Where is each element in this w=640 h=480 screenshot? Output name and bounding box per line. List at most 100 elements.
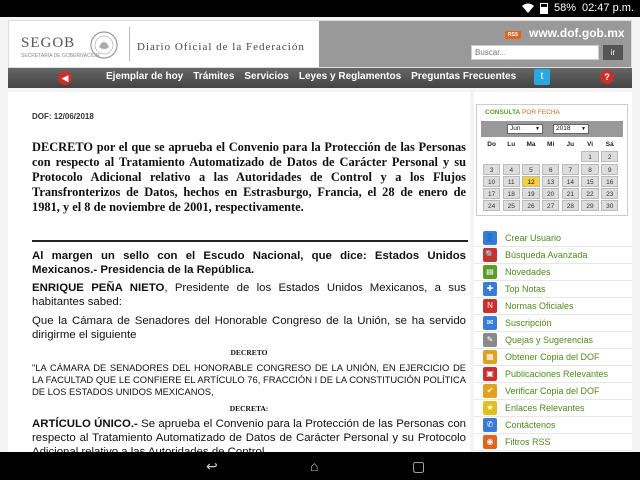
recent-apps-icon[interactable]: ▢	[412, 458, 425, 475]
calendar-day[interactable]: 19	[522, 188, 540, 200]
calendar-day[interactable]: 25	[502, 200, 520, 212]
sidebar-link-label: Suscripción	[505, 318, 552, 328]
rss-badge-icon[interactable]: RSS	[505, 31, 521, 39]
calendar-day-header: Do	[487, 141, 496, 148]
home-icon[interactable]: ◀	[58, 71, 72, 85]
year-select[interactable]: 2018 ▼	[553, 124, 589, 134]
calendar-day[interactable]: 29	[581, 200, 599, 212]
nav-tramites[interactable]: Trámites	[193, 71, 234, 82]
nav-servicios[interactable]: Servicios	[244, 71, 288, 82]
sidebar-link[interactable]: ✚ Top Notas	[474, 281, 632, 298]
calendar-day[interactable]: 2	[601, 151, 619, 163]
calendar-day-header: Ju	[566, 141, 575, 148]
sidebar-link[interactable]: ✎ Quejas y Sugerencias	[474, 332, 632, 349]
calendar-day-header: Lu	[507, 141, 516, 148]
calendar-header-main: CONSULTA	[485, 109, 521, 116]
calendar-header-sub: POR FECHA	[520, 109, 560, 116]
chevron-down-icon: ▼	[535, 126, 540, 132]
calendar-day[interactable]: 11	[502, 175, 520, 187]
sidebar-link-label: Crear Usuario	[505, 233, 562, 243]
calendar-day[interactable]: 22	[581, 188, 599, 200]
calendar-day[interactable]: 27	[542, 200, 560, 212]
calendar-day[interactable]: 20	[542, 188, 560, 200]
sidebar-link[interactable]: ◉ Filtros RSS	[474, 434, 632, 451]
search-button[interactable]: ir	[603, 45, 623, 60]
calendar-day[interactable]: 23	[601, 188, 619, 200]
nav-preguntas-frecuentes[interactable]: Preguntas Frecuentes	[411, 71, 516, 82]
calendar-day[interactable]: 30	[601, 200, 619, 212]
home-button-icon[interactable]: ⌂	[310, 458, 318, 474]
sidebar-links: 👤 Crear Usuario 🔍 Búsqueda Avanzada ▤ Novedad…	[474, 230, 632, 451]
android-nav-bar: ↩ ⌂ ▢	[0, 452, 640, 480]
calendar-empty-cell	[483, 151, 500, 162]
segob-logo[interactable]: SEGOB	[21, 35, 75, 52]
publications-icon: ▣	[483, 367, 497, 381]
document-date: DOF: 12/06/2018	[32, 112, 94, 121]
title-divider	[32, 240, 468, 242]
site-url[interactable]: www.dof.gob.mx	[529, 26, 625, 40]
calendar-day[interactable]: 26	[522, 200, 540, 212]
month-select-value: Jun	[510, 125, 521, 132]
sidebar-link[interactable]: ▣ Publicaciones Relevantes	[474, 366, 632, 383]
user-add-icon: 👤	[483, 231, 497, 245]
sidebar-link-label: Filtros RSS	[505, 437, 551, 447]
calendar-day[interactable]: 10	[483, 175, 501, 187]
calendar-day[interactable]: 5	[522, 163, 540, 175]
sidebar-link-label: Verificar Copia del DOF	[505, 386, 600, 396]
calendar-day[interactable]: 3	[483, 163, 501, 175]
calendar-empty-cell	[522, 151, 539, 162]
calendar-day[interactable]: 14	[561, 175, 579, 187]
sidebar-link-label: Contáctenos	[505, 420, 556, 430]
sidebar-link-label: Búsqueda Avanzada	[505, 250, 588, 260]
calendar-day[interactable]: 28	[561, 200, 579, 212]
search-input[interactable]	[471, 45, 599, 60]
calendar-empty-cell	[542, 151, 559, 162]
decreta-heading: DECRETA:	[229, 404, 269, 413]
calendar-empty-cell	[503, 151, 520, 162]
sidebar-link[interactable]: ▤ Novedades	[474, 264, 632, 281]
calendar-day[interactable]: 18	[502, 188, 520, 200]
sidebar-link[interactable]: 👤 Crear Usuario	[474, 230, 632, 247]
header-search-area: RSS www.dof.gob.mx ir	[319, 21, 631, 67]
calendar-day[interactable]: 6	[542, 163, 560, 175]
calendar-day-header: Sá	[605, 141, 614, 148]
sidebar-link-label: Quejas y Sugerencias	[505, 335, 594, 345]
month-select[interactable]: Jun ▼	[507, 124, 543, 134]
sidebar-link[interactable]: 🔍 Búsqueda Avanzada	[474, 247, 632, 264]
verify-icon: ✔	[483, 384, 497, 398]
help-icon[interactable]: ?	[600, 70, 614, 84]
calendar-day[interactable]: 7	[561, 163, 579, 175]
nav-ejemplar-de-hoy[interactable]: Ejemplar de hoy	[106, 71, 183, 82]
document-content: DOF: 12/06/2018 DECRETO por el que se ap…	[8, 92, 470, 452]
sidebar-link[interactable]: ▦ Obtener Copia del DOF	[474, 349, 632, 366]
calendar-day[interactable]: 21	[561, 188, 579, 200]
sidebar-link-label: Normas Oficiales	[505, 301, 574, 311]
calendar-day[interactable]: 1	[581, 151, 599, 163]
calendar-day[interactable]: 9	[601, 163, 619, 175]
calendar-day-header: Mi	[547, 141, 555, 148]
sidebar-link[interactable]: N Normas Oficiales	[474, 298, 632, 315]
sidebar-link[interactable]: ★ Enlaces Relevantes	[474, 400, 632, 417]
calendar-selector-bar	[481, 121, 623, 137]
calendar-day[interactable]: 4	[502, 163, 520, 175]
back-icon[interactable]: ↩	[206, 458, 218, 475]
nom-icon: N	[483, 299, 497, 313]
calendar-day[interactable]: 12	[522, 175, 540, 187]
sidebar-link-label: Obtener Copia del DOF	[505, 352, 600, 362]
calendar-day[interactable]: 24	[483, 200, 501, 212]
national-seal-icon	[90, 31, 118, 59]
calendar-day[interactable]: 13	[542, 175, 560, 187]
search-icon: 🔍	[483, 248, 497, 262]
chevron-down-icon: ▼	[581, 126, 586, 132]
calendar-day[interactable]: 16	[601, 175, 619, 187]
calendar-day[interactable]: 15	[581, 175, 599, 187]
nav-leyes-y-reglamentos[interactable]: Leyes y Reglamentos	[299, 71, 401, 82]
sidebar-link-label: Publicaciones Relevantes	[505, 369, 609, 379]
sidebar-link[interactable]: ✔ Verificar Copia del DOF	[474, 383, 632, 400]
paragraph-senate: Que la Cámara de Senadores del Honorable…	[32, 315, 466, 341]
calendar-day[interactable]: 17	[483, 188, 501, 200]
sidebar-link[interactable]: ✆ Contáctenos	[474, 417, 632, 434]
calendar-day[interactable]: 8	[581, 163, 599, 175]
sidebar-link[interactable]: ✉ Suscripción	[474, 315, 632, 332]
twitter-icon[interactable]: t	[534, 69, 550, 85]
